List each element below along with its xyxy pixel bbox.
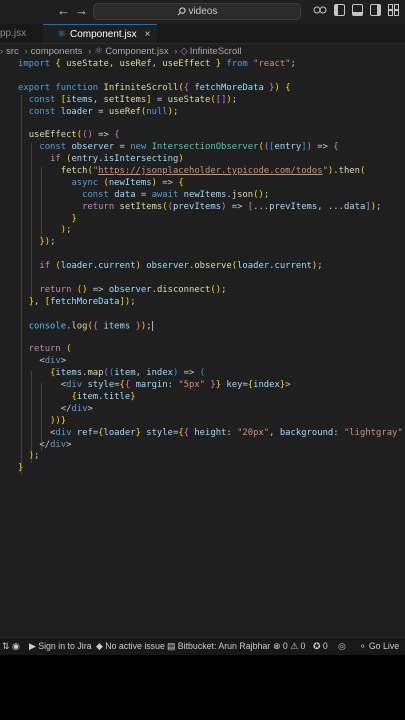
- arrow-right-icon[interactable]: →: [75, 3, 88, 19]
- code-line[interactable]: [18, 332, 405, 344]
- ports-icon: ✪: [313, 641, 321, 651]
- editor-tabs: pp.jsx ⚛ Component.jsx ×: [0, 24, 405, 44]
- sign-in-label: Sign in to Jira: [38, 641, 92, 651]
- chevron-right-icon: ›: [0, 46, 4, 57]
- code-line[interactable]: async (newItems) => {: [18, 178, 405, 190]
- sync-icon[interactable]: ⇅: [2, 638, 9, 655]
- empty-area: [0, 655, 405, 720]
- code-line[interactable]: );: [18, 225, 405, 237]
- warning-count: 0: [300, 641, 306, 651]
- ports-status[interactable]: ✪ 0: [313, 638, 328, 655]
- title-bar: ← → videos: [0, 0, 405, 24]
- breadcrumb-symbol[interactable]: InfiniteScroll: [190, 46, 242, 57]
- code-line[interactable]: [18, 249, 405, 261]
- go-live-button[interactable]: ⚬ Go Live: [359, 638, 399, 655]
- chevron-right-icon: ›: [88, 46, 92, 57]
- layout-sidebar-right-icon[interactable]: [370, 4, 381, 16]
- code-line[interactable]: </div>: [18, 440, 405, 452]
- code-line[interactable]: <div ref={loader} style={{ height: "20px…: [18, 428, 405, 440]
- search-text: videos: [188, 6, 218, 17]
- tab-app[interactable]: pp.jsx: [0, 24, 26, 43]
- code-line[interactable]: import { useState, useRef, useEffect } f…: [18, 59, 405, 71]
- warning-icon: ⚠: [290, 641, 299, 651]
- copilot-icon[interactable]: [313, 4, 327, 16]
- active-issue[interactable]: ◆ No active issue: [96, 638, 165, 655]
- tab-component[interactable]: ⚛ Component.jsx ×: [43, 24, 157, 43]
- code-line[interactable]: [18, 273, 405, 285]
- copilot-status-icon[interactable]: ◎: [338, 638, 346, 655]
- jira-icon: ▶: [29, 641, 36, 651]
- layout-grid-icon[interactable]: [388, 4, 399, 16]
- code-line[interactable]: return setItems((prevItems) => [...prevI…: [18, 202, 405, 214]
- code-line[interactable]: const data = await newItems.json();: [18, 190, 405, 202]
- chevron-right-icon: ›: [174, 46, 178, 57]
- tab-label: Component.jsx: [69, 29, 137, 40]
- code-line[interactable]: const loader = useRef(null);: [18, 107, 405, 119]
- code-line[interactable]: [18, 309, 405, 321]
- breadcrumb-components[interactable]: components: [31, 46, 83, 57]
- jira-sign-in[interactable]: ▶ Sign in to Jira: [29, 638, 92, 655]
- code-content[interactable]: import { useState, useRef, useEffect } f…: [18, 59, 405, 475]
- bitbucket-status[interactable]: ▤ Bitbucket: Arun Rajbhar: [167, 638, 270, 655]
- react-icon: ⚛: [57, 29, 66, 40]
- layout-panel-icon[interactable]: [352, 4, 363, 16]
- code-line[interactable]: }, [fetchMoreData]);: [18, 297, 405, 309]
- code-line[interactable]: console.log({ items });: [18, 320, 405, 333]
- go-live-label: Go Live: [368, 641, 400, 651]
- code-line[interactable]: {items.map((item, index) => (: [18, 368, 405, 380]
- chevron-right-icon: ›: [24, 46, 28, 57]
- code-line[interactable]: const [items, setItems] = useState([]);: [18, 95, 405, 107]
- jira-issue-icon: ◆: [96, 641, 103, 651]
- code-line[interactable]: return (: [18, 344, 405, 356]
- error-count: 0: [282, 641, 288, 651]
- code-line[interactable]: [18, 71, 405, 83]
- ports-count: 0: [322, 641, 328, 651]
- code-line[interactable]: if (loader.current) observer.observe(loa…: [18, 261, 405, 273]
- search-icon: [177, 7, 186, 16]
- problems-status[interactable]: ⊗ 0 ⚠ 0: [273, 638, 305, 655]
- layout-controls: [313, 4, 399, 16]
- code-line[interactable]: if (entry.isIntersecting): [18, 154, 405, 166]
- code-line[interactable]: const observer = new IntersectionObserve…: [18, 142, 405, 154]
- breadcrumb-file[interactable]: Component.jsx: [105, 46, 168, 57]
- arrow-left-icon[interactable]: ←: [57, 3, 70, 19]
- layout-sidebar-left-icon[interactable]: [334, 4, 345, 16]
- go-live-icon: ⚬: [359, 641, 367, 651]
- code-line[interactable]: }: [18, 214, 405, 226]
- code-line[interactable]: [18, 118, 405, 130]
- command-center-search[interactable]: videos: [93, 3, 301, 20]
- close-icon[interactable]: ×: [145, 29, 151, 40]
- code-line[interactable]: useEffect(() => {: [18, 130, 405, 142]
- code-line[interactable]: {item.title}: [18, 392, 405, 404]
- bitbucket-label: Bitbucket: Arun Rajbhar: [177, 641, 271, 651]
- code-line[interactable]: fetch("https://jsonplaceholder.typicode.…: [18, 166, 405, 178]
- code-line[interactable]: export function InfiniteScroll({ fetchMo…: [18, 83, 405, 95]
- breadcrumb: › src › components › ⚛ Component.jsx › ◇ Infin…: [0, 44, 405, 59]
- vscode-window: ← → videos pp.jsx ⚛ Component.jsx × › src ›…: [0, 0, 405, 720]
- code-line[interactable]: ))}: [18, 416, 405, 428]
- tab-label: pp.jsx: [0, 28, 27, 39]
- code-line[interactable]: <div style={{ margin: "5px" }} key={inde…: [18, 380, 405, 392]
- react-icon: ⚛: [94, 46, 104, 57]
- breadcrumb-src[interactable]: src: [6, 46, 19, 57]
- active-issue-label: No active issue: [105, 641, 165, 651]
- bitbucket-icon: ▤: [167, 641, 176, 651]
- status-bar: ⇅ ◉ ▶ Sign in to Jira ◆ No active issue …: [0, 637, 405, 655]
- error-icon: ⊗: [273, 641, 281, 651]
- symbol-method-icon: ◇: [180, 46, 188, 57]
- code-line[interactable]: }: [18, 463, 405, 475]
- code-line[interactable]: return () => observer.disconnect();: [18, 285, 405, 297]
- broadcast-icon[interactable]: ◉: [12, 638, 20, 655]
- code-line[interactable]: </div>: [18, 404, 405, 416]
- code-line[interactable]: <div>: [18, 356, 405, 368]
- text-cursor: [151, 320, 153, 331]
- code-line[interactable]: );: [18, 451, 405, 463]
- code-line[interactable]: });: [18, 237, 405, 249]
- code-editor[interactable]: import { useState, useRef, useEffect } f…: [0, 59, 405, 637]
